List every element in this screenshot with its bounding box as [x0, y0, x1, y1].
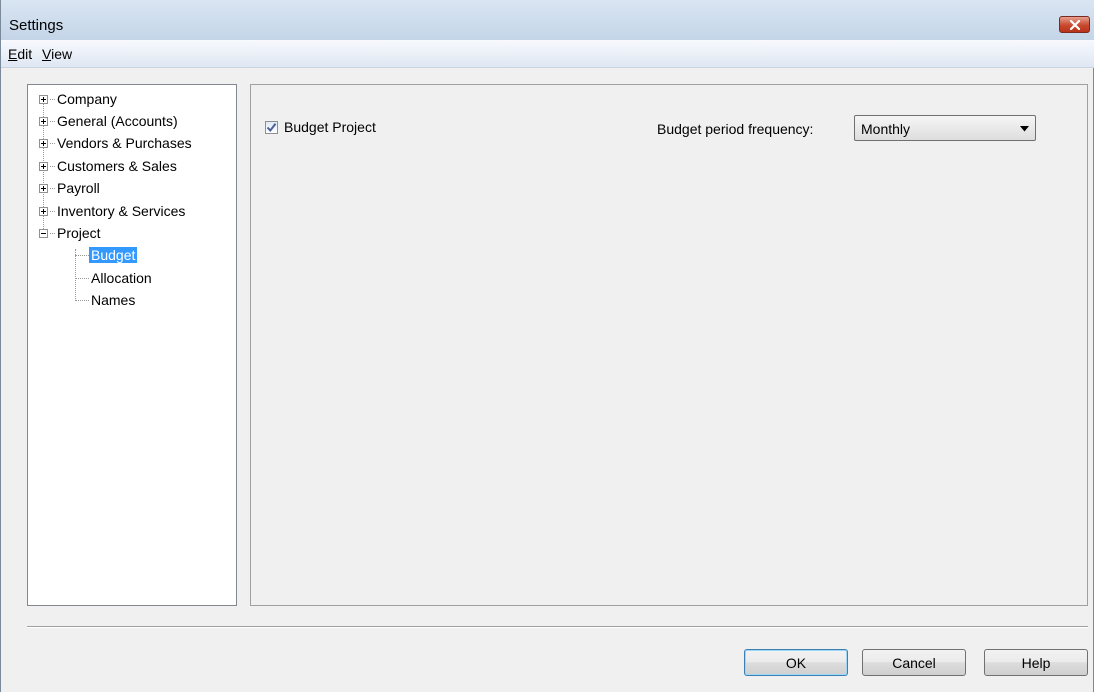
- collapse-icon[interactable]: [39, 228, 48, 238]
- tree-item-names[interactable]: Names: [75, 290, 135, 310]
- budget-project-option[interactable]: Budget Project: [265, 119, 376, 135]
- tree-item-vendors-purchases[interactable]: Vendors & Purchases: [39, 133, 192, 153]
- budget-settings-panel: Budget Project Budget period frequency: …: [250, 84, 1088, 606]
- selected-frequency-value: Monthly: [861, 121, 911, 137]
- tree-item-budget[interactable]: Budget: [75, 245, 138, 265]
- tree-item-company[interactable]: Company: [39, 89, 117, 109]
- menu-view[interactable]: View: [42, 46, 72, 62]
- title-bar[interactable]: Settings: [1, 0, 1094, 40]
- tree-item-customers-sales[interactable]: Customers & Sales: [39, 156, 177, 176]
- menu-bar: Edit View: [1, 40, 1094, 68]
- settings-tree[interactable]: Company General (Accounts) Vendors & Pur…: [27, 84, 237, 606]
- tree-item-allocation[interactable]: Allocation: [75, 268, 152, 288]
- expand-icon[interactable]: [39, 94, 48, 104]
- tree-item-general-accounts[interactable]: General (Accounts): [39, 111, 178, 131]
- expand-icon[interactable]: [39, 183, 48, 193]
- expand-icon[interactable]: [39, 206, 48, 216]
- expand-icon[interactable]: [39, 161, 48, 171]
- window-title: Settings: [9, 17, 64, 34]
- checkmark-icon: [266, 122, 277, 132]
- expand-icon[interactable]: [39, 116, 48, 126]
- help-button[interactable]: Help: [984, 649, 1088, 676]
- close-button[interactable]: [1059, 16, 1090, 33]
- tree-item-project[interactable]: Project: [39, 223, 101, 243]
- ok-button[interactable]: OK: [744, 649, 848, 676]
- settings-window: Settings Edit View Company General (Acco…: [0, 0, 1094, 692]
- budget-project-label: Budget Project: [284, 119, 376, 135]
- budget-project-checkbox[interactable]: [265, 120, 278, 134]
- close-icon: [1069, 19, 1080, 30]
- expand-icon[interactable]: [39, 138, 48, 148]
- footer-separator: [27, 626, 1088, 628]
- budget-period-frequency-label: Budget period frequency:: [657, 121, 814, 137]
- dropdown-arrow-icon: [1020, 126, 1029, 132]
- budget-period-frequency-select[interactable]: Monthly: [854, 115, 1036, 141]
- cancel-button[interactable]: Cancel: [862, 649, 966, 676]
- tree-item-payroll[interactable]: Payroll: [39, 178, 100, 198]
- tree-item-inventory-services[interactable]: Inventory & Services: [39, 201, 185, 221]
- menu-edit[interactable]: Edit: [8, 46, 32, 62]
